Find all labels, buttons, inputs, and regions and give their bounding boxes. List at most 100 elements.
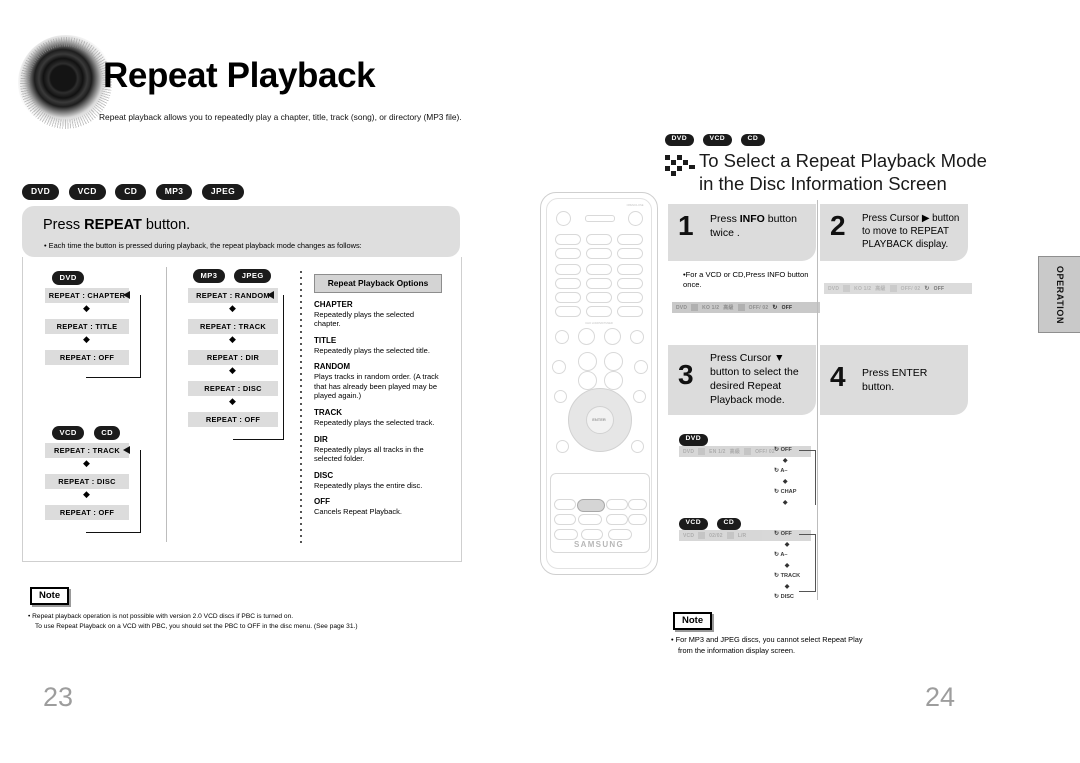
flow-divider-1 (166, 267, 167, 542)
remote-prev-key (555, 330, 569, 344)
section-heading-line-2: in the Disc Information Screen (699, 172, 947, 194)
list-dot: ◆ (784, 541, 790, 548)
repeat-icon: ↻ (774, 594, 780, 600)
osd-bar: DVD KO 1/2 高級 OFF/ 02 ↻ OFF (672, 302, 820, 313)
repeat-mode-label: TRACK (780, 573, 801, 579)
osd-field: 高級 (729, 449, 741, 455)
disc-badge-vcd: VCD (679, 517, 708, 530)
flow-loop-arrow-icon (123, 291, 130, 299)
disc-badge-cd: CD (93, 426, 121, 440)
option-term: RANDOM (314, 362, 350, 372)
step-4-header: 4 Press ENTER button. (820, 345, 968, 415)
osd-disc-icon (698, 532, 706, 539)
option-term: DIR (314, 434, 328, 444)
remote-key-2 (586, 264, 612, 275)
remote-random-key (586, 248, 612, 259)
osd-screen-icon (744, 448, 752, 455)
repeat-icon: ↻ (774, 447, 780, 453)
side-tab-label: OPERATION (1054, 265, 1065, 324)
repeat-icon: ↻ (774, 489, 780, 495)
osd-field: KO 1/2 (702, 304, 720, 311)
note-line-2: To use Repeat Playback on a VCD with PBC… (35, 623, 358, 631)
flow-loop-arrow-icon (267, 291, 274, 299)
remote-enter-key: ENTER (568, 388, 630, 450)
pixel-arrow-icon (665, 155, 695, 179)
right-disc-badge-row: DVD VCD CD (665, 127, 770, 146)
osd-field: KO 1/2 (854, 285, 872, 292)
repeat-mode-item: ↻ A– (774, 467, 796, 474)
step-text: Press ENTER button. (862, 367, 928, 393)
remote-key-0 (586, 306, 612, 317)
note-line-1: • For MP3 and JPEG discs, you cannot sel… (671, 635, 863, 644)
option-desc: Plays tracks in random order. (A track t… (314, 372, 439, 401)
dvd-mode-panel: DVD DVD EN 1/2 高級 OFF/ 02 ↻ OFF ◆ ↻ A– ◆… (668, 415, 816, 516)
option-desc: Repeatedly plays the selected track. (314, 418, 435, 428)
step-number: 1 (678, 210, 694, 241)
vcdcd-repeat-mode-list: ↻ OFF ◆ ↻ A– ◆ ↻ TRACK ◆ ↻ DISC (774, 530, 800, 604)
note-label: Note (30, 587, 70, 605)
remote-key-label: OPEN/CLOSE (626, 204, 644, 207)
left-note-block: Note (30, 585, 70, 605)
osd-field: 高級 (875, 286, 886, 292)
instruction-strong: REPEAT (84, 217, 142, 233)
osd-field: OFF/ 02 (755, 448, 775, 455)
repeat-mode-item: ↻ A– (774, 551, 800, 558)
option-item: TITLE Repeatedly plays the selected titl… (314, 336, 442, 356)
repeat-icon: ↻ (774, 468, 780, 474)
step-text-strong: INFO (739, 213, 765, 225)
remote-cancel-key (555, 306, 581, 317)
osd-field: L/R (737, 532, 747, 539)
vcdcd-mode-panel: VCD CD VCD 02/02 L/R ↻ OFF ◆ ↻ A– ◆ ↻ TR… (668, 505, 816, 600)
step-1-illustration: •For a VCD or CD,Press INFO button once.… (668, 261, 820, 323)
remote-repeat-key-highlighted[interactable] (577, 499, 605, 512)
disc-badge-dvd: DVD (665, 133, 694, 146)
flow-mp3jpeg-badges: MP3 JPEG (193, 265, 276, 283)
osd-screen-icon (889, 285, 897, 292)
page-number-left: 23 (43, 682, 74, 712)
remote-stop-key (578, 328, 595, 345)
repeat-mode-label: A– (780, 468, 788, 474)
remote-sound-mode-key (554, 529, 578, 540)
instruction-post: button. (141, 217, 191, 233)
remote-volume-up-key (578, 352, 597, 371)
section-heading-line-1: To Select a Repeat Playback Mode (699, 150, 987, 171)
repeat-icon: ↻ (924, 286, 930, 292)
remote-key-8 (586, 292, 612, 303)
repeat-mode-item: ↻ DISC (774, 593, 800, 600)
remote-tuning-up-key (604, 352, 623, 371)
flow-loop-arrow-icon (123, 446, 130, 454)
remote-subtitle-key (628, 499, 647, 510)
right-page-divider (817, 200, 818, 600)
osd-audio-icon (726, 532, 734, 539)
repeat-options-box: Repeat Playback Options CHAPTER Repeated… (314, 274, 442, 517)
remote-key-3 (617, 264, 643, 275)
repeat-mode-item: ↻ TRACK (774, 572, 800, 579)
repeat-mode-label: OFF (780, 531, 792, 537)
remote-key-4 (555, 278, 581, 289)
disc-badge-jpeg: JPEG (201, 184, 245, 200)
osd-screen-icon (737, 304, 745, 311)
osd-field: EN 1/2 (709, 448, 726, 455)
list-dot: ◆ (782, 457, 788, 464)
option-term: OFF (314, 497, 330, 507)
osd-subtitle-icon (843, 285, 851, 292)
remote-timer-onoff-key (554, 514, 576, 525)
remote-menu-key (554, 390, 567, 403)
disc-badge-cd: CD (741, 133, 765, 146)
flow-loop-line (233, 295, 284, 440)
osd-field: 02/02 (709, 532, 723, 539)
step-2-header: 2 Press Cursor ▶ button to move to REPEA… (820, 204, 968, 261)
disc-badge-dvd: DVD (22, 184, 60, 200)
manual-spread: Repeat Playback Repeat playback allows y… (0, 0, 1080, 763)
disc-badge-cd: CD (717, 517, 741, 530)
remote-open-close-key (628, 211, 643, 226)
remote-latin-sound-key (552, 360, 566, 374)
step-text-part: Press (710, 213, 740, 225)
remote-band-key (555, 234, 581, 245)
remote-ir-window (585, 215, 615, 222)
remote-repeat-key-top (617, 248, 643, 259)
osd-repeat-value: OFF (781, 304, 793, 311)
step-2-illustration: DVD KO 1/2 高級 OFF/ 02 ↻ OFF (820, 261, 972, 323)
remote-play-pause-key (604, 328, 621, 345)
step-number: 2 (830, 210, 846, 241)
